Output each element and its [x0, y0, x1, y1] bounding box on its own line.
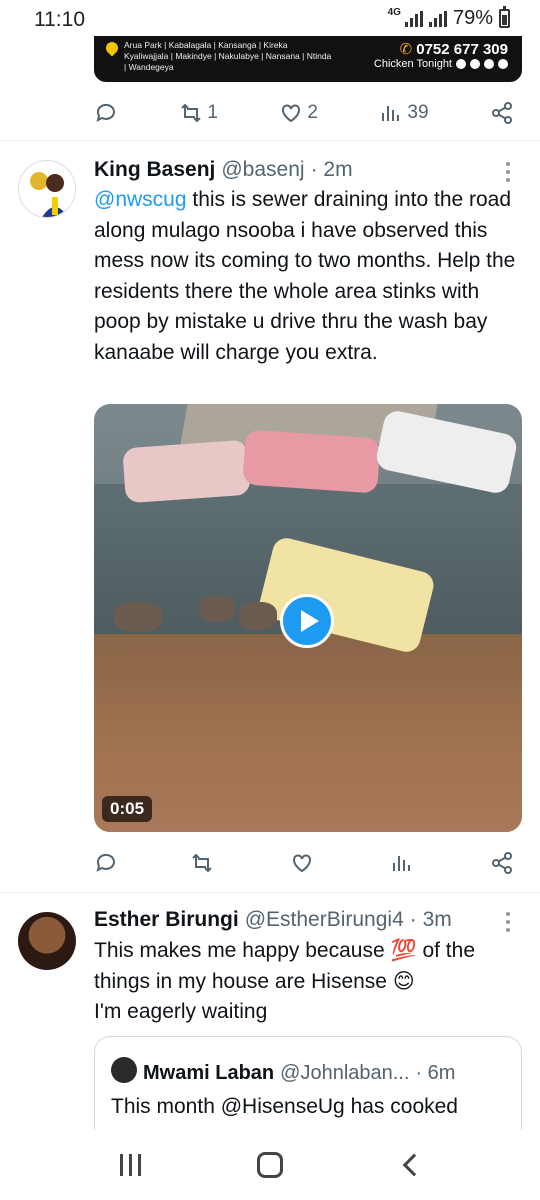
- tweet-header: King Basenj @basenj · 2m: [94, 158, 353, 188]
- tweet-divider: [0, 140, 540, 141]
- more-icon[interactable]: [498, 910, 518, 934]
- tweet-body: @nwscug this is sewer draining into the …: [94, 185, 524, 368]
- quote-avatar: [111, 1057, 137, 1083]
- quote-display-name: Mwami Laban: [143, 1062, 275, 1084]
- tweet-divider: [0, 892, 540, 893]
- views-count: 39: [407, 102, 429, 123]
- video-media[interactable]: 0:05: [94, 404, 522, 832]
- share-icon: [492, 852, 512, 874]
- retweet-icon: [181, 103, 202, 123]
- video-frame-bag: [122, 439, 251, 504]
- status-time: 11:10: [34, 8, 85, 31]
- tweet-text-line: things in my house are Hisense 😊: [94, 969, 415, 993]
- ad-phone: ✆ 0752 677 309: [400, 40, 508, 58]
- twitter-icon: [484, 59, 494, 69]
- retweet-button[interactable]: 1: [179, 101, 218, 125]
- status-icons: 4G 79%: [387, 6, 510, 30]
- views-icon: [393, 856, 410, 871]
- views-button[interactable]: 39: [379, 101, 429, 125]
- timestamp: · 2m: [310, 158, 353, 181]
- tweet-text-line: This makes me happy because 💯 of the: [94, 939, 476, 962]
- ad-brand: Chicken Tonight: [374, 58, 508, 70]
- share-button[interactable]: [490, 101, 514, 125]
- video-frame-bag: [242, 429, 381, 494]
- video-frame-rock: [114, 602, 162, 632]
- retweet-button[interactable]: [190, 851, 218, 875]
- signal-icon-2: [428, 10, 447, 27]
- previous-tweet-media[interactable]: Arua Park | Kabalagala | Kansanga | Kire…: [94, 36, 522, 82]
- quoted-tweet[interactable]: Mwami Laban @Johnlaban... · 6m This mont…: [94, 1036, 522, 1136]
- play-button[interactable]: [280, 594, 334, 648]
- views-icon: [382, 106, 400, 121]
- timestamp: · 3m: [409, 908, 452, 931]
- facebook-icon: [456, 59, 466, 69]
- like-icon: [293, 854, 311, 873]
- reply-icon: [96, 853, 115, 872]
- quote-timestamp: · 6m: [415, 1062, 456, 1084]
- video-frame-rock: [239, 602, 277, 630]
- display-name[interactable]: King Basenj: [94, 158, 215, 182]
- navigation-bar: [0, 1130, 540, 1200]
- reply-icon: [96, 103, 115, 122]
- quote-header: Mwami Laban @Johnlaban... · 6m: [111, 1053, 455, 1085]
- ad-phone-number: 0752 677 309: [416, 41, 508, 58]
- ad-brand-name: Chicken Tonight: [373, 58, 452, 70]
- phone-icon: ✆: [399, 41, 413, 58]
- home-icon: [257, 1152, 283, 1178]
- battery-icon: [499, 6, 510, 28]
- network-type: 4G: [387, 7, 401, 18]
- battery-percent: 79%: [452, 7, 493, 29]
- tweet-text: this is sewer draining into the road alo…: [94, 188, 516, 364]
- recent-apps-icon: [119, 1154, 141, 1176]
- home-button[interactable]: [240, 1140, 300, 1190]
- tiktok-icon: [498, 59, 508, 69]
- views-button[interactable]: [390, 851, 418, 875]
- status-bar: 11:10 4G 79%: [0, 0, 540, 36]
- handle[interactable]: @EstherBirungi4: [245, 908, 404, 932]
- location-pin-icon: [103, 39, 121, 57]
- profile-image: [30, 172, 68, 217]
- mention-link[interactable]: @nwscug: [94, 188, 187, 211]
- tweet-body: This makes me happy because 💯 of the thi…: [94, 936, 524, 1028]
- ad-locations: Arua Park | Kabalagala | Kansanga | Kire…: [124, 40, 332, 72]
- video-frame-rock: [199, 596, 235, 622]
- video-frame-bag: [374, 408, 519, 496]
- like-button[interactable]: 2: [279, 101, 318, 125]
- quote-text: This month @HisenseUg has cooked: [111, 1095, 458, 1118]
- retweet-icon: [192, 853, 212, 873]
- like-icon: [282, 104, 301, 123]
- tweet-header: Esther Birungi @EstherBirungi4 · 3m: [94, 908, 452, 938]
- tweet-text-line: I'm eagerly waiting: [94, 1000, 268, 1023]
- retweet-count: 1: [207, 102, 218, 123]
- video-frame-mud: [94, 634, 522, 832]
- instagram-icon: [470, 59, 480, 69]
- avatar[interactable]: [18, 912, 76, 970]
- like-button[interactable]: [290, 851, 318, 875]
- more-icon[interactable]: [498, 160, 518, 184]
- tweet-actions: [94, 843, 514, 883]
- quote-handle: @Johnlaban...: [280, 1062, 410, 1084]
- handle[interactable]: @basenj: [221, 158, 304, 182]
- reply-button[interactable]: [94, 851, 118, 875]
- back-button[interactable]: [380, 1140, 440, 1190]
- display-name[interactable]: Esther Birungi: [94, 908, 239, 932]
- reply-button[interactable]: [94, 101, 118, 125]
- back-icon: [402, 1153, 426, 1177]
- recent-apps-button[interactable]: [100, 1140, 160, 1190]
- signal-icon: [404, 10, 423, 27]
- video-duration: 0:05: [102, 796, 153, 822]
- share-button[interactable]: [490, 851, 514, 875]
- like-count: 2: [307, 102, 318, 123]
- previous-tweet-actions: 1 2 39: [94, 93, 514, 133]
- avatar[interactable]: [18, 160, 76, 218]
- share-icon: [491, 102, 512, 124]
